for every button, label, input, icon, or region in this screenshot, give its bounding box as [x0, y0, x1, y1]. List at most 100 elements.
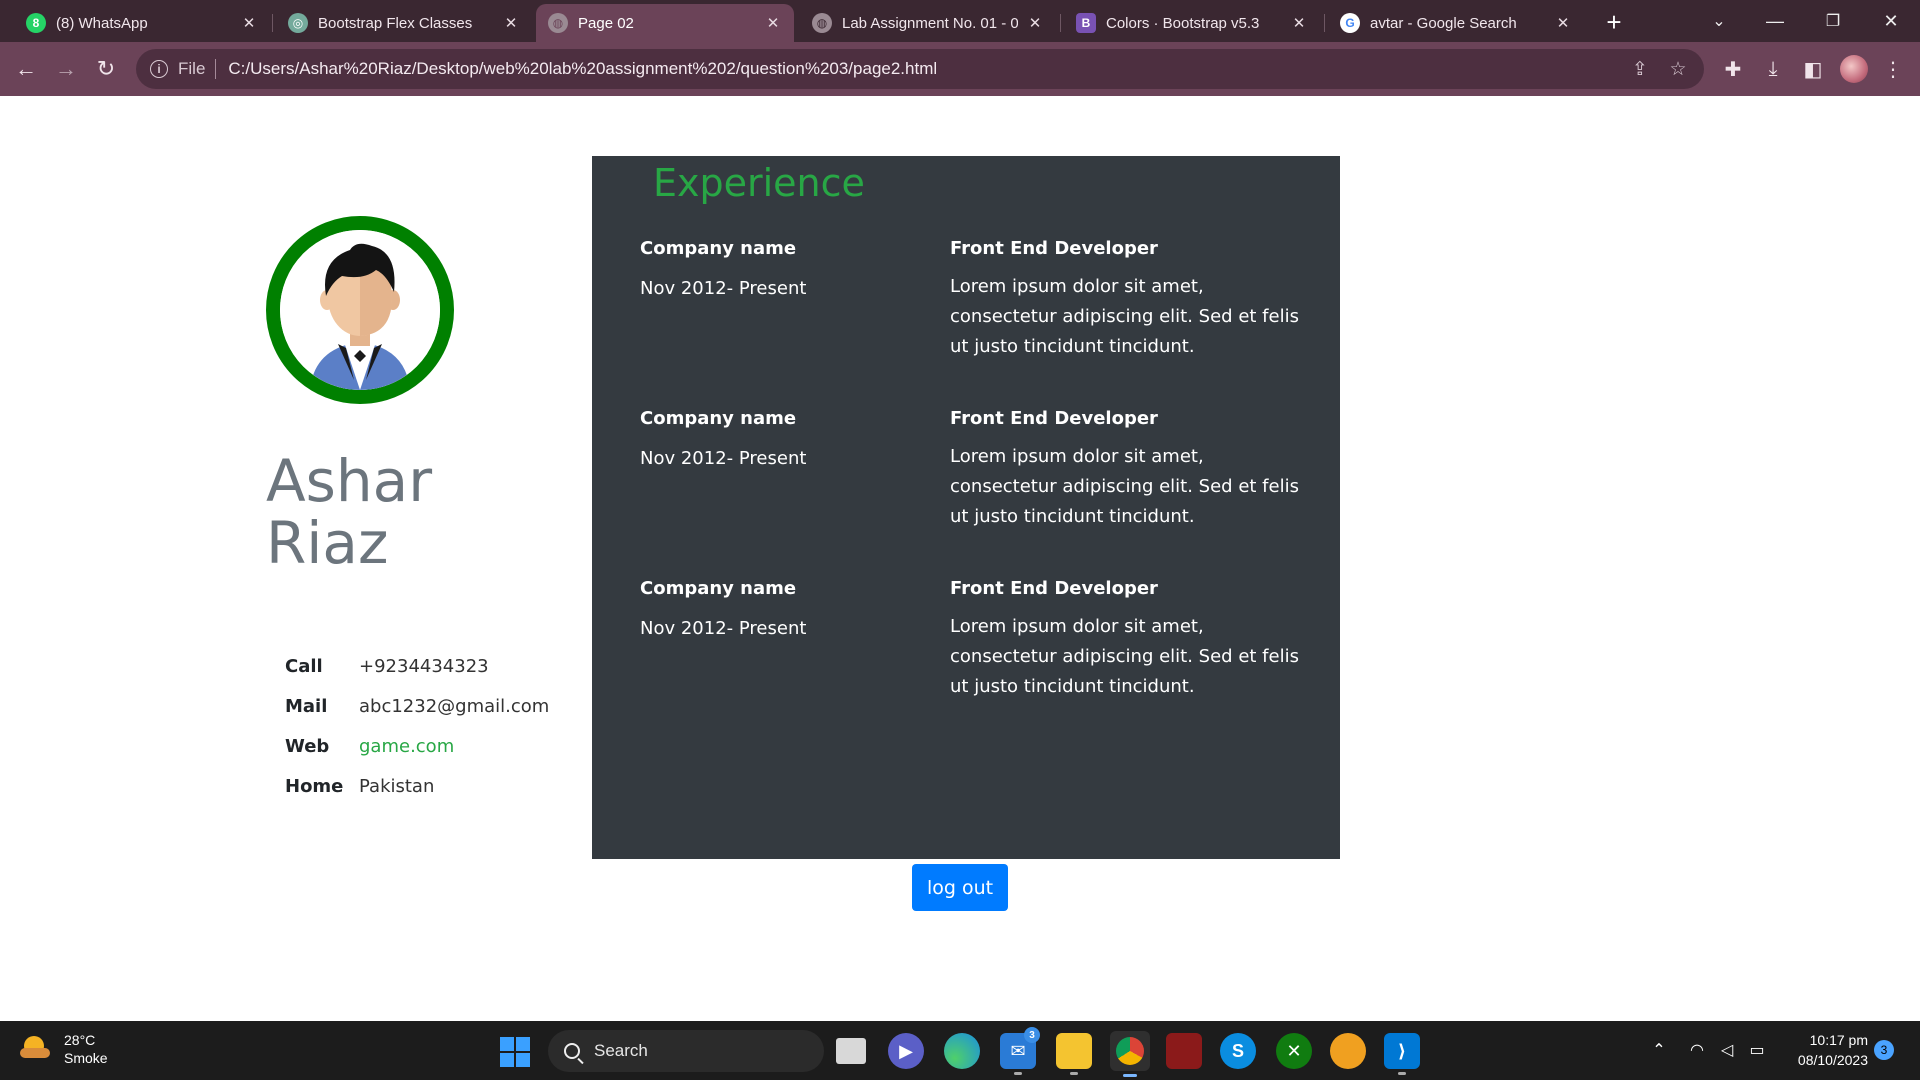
openai-icon: ◎ [288, 13, 308, 33]
forward-arrow-icon[interactable]: → [48, 51, 84, 87]
company-name: Company name [640, 238, 797, 259]
windows-start-icon[interactable] [500, 1037, 530, 1067]
chrome-icon[interactable] [1110, 1031, 1150, 1077]
close-icon[interactable]: ✕ [1290, 14, 1308, 32]
volume-icon[interactable]: ◁ [1716, 1039, 1738, 1061]
new-tab-button[interactable]: + [1598, 6, 1630, 38]
job-description: Lorem ipsum dolor sit amet, consectetur … [950, 446, 1299, 527]
first-name: Ashar [266, 447, 433, 515]
contact-row-web: Web game.com [285, 726, 549, 766]
email-address: abc1232@gmail.com [359, 695, 550, 717]
google-icon: G [1340, 13, 1360, 33]
address-bar[interactable]: i File C:/Users/Ashar%20Riaz/Desktop/web… [136, 49, 1704, 89]
xbox-icon[interactable]: ✕ [1276, 1033, 1312, 1069]
close-icon[interactable]: ✕ [502, 14, 520, 32]
chevron-up-icon[interactable]: ⌃ [1648, 1039, 1670, 1061]
tab-whatsapp[interactable]: 8 (8) WhatsApp ✕ [14, 4, 270, 42]
reload-icon[interactable]: ↻ [88, 51, 124, 87]
share-icon[interactable]: ⇪ [1626, 55, 1654, 83]
info-icon[interactable]: i [150, 60, 168, 78]
game-app-icon[interactable] [1166, 1033, 1202, 1069]
edge-browser-icon[interactable] [944, 1033, 980, 1069]
profile-avatar[interactable] [1840, 55, 1868, 83]
extensions-puzzle-icon[interactable]: ✚ [1718, 54, 1748, 84]
contact-row-call: Call +9234434323 [285, 646, 549, 686]
url-text[interactable]: C:/Users/Ashar%20Riaz/Desktop/web%20lab%… [228, 59, 937, 79]
notification-badge[interactable]: 3 [1874, 1040, 1894, 1060]
clock-date: 08/10/2023 [1797, 1052, 1868, 1068]
running-indicator [1398, 1072, 1406, 1075]
profile-name: Ashar Riaz [266, 450, 432, 574]
whatsapp-icon: 8 [26, 13, 46, 33]
menu-kebab-icon[interactable]: ⋮ [1878, 54, 1908, 84]
search-placeholder: Search [594, 1041, 648, 1060]
company-name: Company name [640, 408, 797, 429]
home-location: Pakistan [359, 775, 435, 797]
phone-number: +9234434323 [359, 655, 489, 677]
contact-label: Web [285, 735, 330, 757]
running-indicator [1070, 1072, 1078, 1075]
employment-period: Nov 2012- Present [640, 448, 807, 469]
website-link[interactable]: game.com [359, 736, 454, 757]
tab-title: Colors · Bootstrap v5.3 [1106, 14, 1260, 32]
last-name: Riaz [266, 509, 389, 577]
medal-app-icon[interactable] [1330, 1033, 1366, 1069]
job-description: Lorem ipsum dolor sit amet, consectetur … [950, 276, 1299, 357]
task-view-icon[interactable] [836, 1038, 866, 1064]
globe-icon: ◍ [548, 13, 568, 33]
minimize-button[interactable]: — [1752, 0, 1798, 42]
system-clock[interactable]: 10:17 pm 08/10/2023 [1780, 1030, 1868, 1070]
job-description: Lorem ipsum dolor sit amet, consectetur … [950, 616, 1299, 697]
search-icon [564, 1043, 580, 1059]
logout-button[interactable]: log out [912, 864, 1008, 911]
close-icon[interactable]: ✕ [240, 14, 258, 32]
wifi-icon[interactable]: ◠ [1686, 1039, 1708, 1061]
taskbar-search[interactable]: Search [548, 1030, 824, 1072]
skype-icon[interactable]: S [1220, 1033, 1256, 1069]
contact-row-home: Home Pakistan [285, 766, 549, 806]
contact-info: Call +9234434323 Mail abc1232@gmail.com … [285, 646, 549, 806]
close-window-button[interactable]: ✕ [1868, 0, 1914, 42]
tab-bootstrap-colors[interactable]: B Colors · Bootstrap v5.3 ✕ [1064, 4, 1320, 42]
tab-title: Page 02 [578, 14, 634, 32]
browser-toolbar: ← → ↻ i File C:/Users/Ashar%20Riaz/Deskt… [0, 42, 1920, 96]
bookmark-star-icon[interactable]: ☆ [1664, 55, 1692, 83]
divider [215, 59, 217, 79]
teams-chat-icon[interactable]: ▶ [888, 1033, 924, 1069]
tab-lab-assignment[interactable]: ◍ Lab Assignment No. 01 - 0 ✕ [800, 4, 1056, 42]
running-indicator [1014, 1072, 1022, 1075]
mail-icon[interactable]: ✉ 3 [1000, 1027, 1040, 1075]
close-icon[interactable]: ✕ [1554, 14, 1572, 32]
close-icon[interactable]: ✕ [764, 14, 782, 32]
file-explorer-icon[interactable] [1056, 1033, 1092, 1075]
contact-label: Mail [285, 695, 328, 717]
tab-google-search[interactable]: G avtar - Google Search ✕ [1328, 4, 1584, 42]
download-icon[interactable]: ⤓ [1758, 54, 1788, 84]
tab-separator [1060, 14, 1061, 32]
restore-button[interactable]: ❐ [1810, 0, 1856, 42]
tab-search-chevron-icon[interactable]: ⌄ [1696, 0, 1742, 42]
battery-icon[interactable]: ▭ [1746, 1039, 1768, 1061]
weather-sun-icon [20, 1034, 54, 1064]
job-title: Front End Developer [950, 408, 1158, 429]
tab-separator [272, 14, 273, 32]
tab-page-02[interactable]: ◍ Page 02 ✕ [536, 4, 794, 42]
contact-row-mail: Mail abc1232@gmail.com [285, 686, 549, 726]
tab-title: Bootstrap Flex Classes [318, 14, 473, 32]
globe-icon: ◍ [812, 13, 832, 33]
tab-bootstrap-flex[interactable]: ◎ Bootstrap Flex Classes ✕ [276, 4, 532, 42]
weather-widget[interactable]: 28°C Smoke [20, 1031, 108, 1067]
side-panel-icon[interactable]: ◧ [1798, 54, 1828, 84]
vscode-icon[interactable]: ⟩ [1384, 1033, 1420, 1075]
bootstrap-icon: B [1076, 13, 1096, 33]
close-icon[interactable]: ✕ [1026, 14, 1044, 32]
contact-label: Home [285, 775, 344, 797]
mail-badge: 3 [1024, 1027, 1040, 1043]
web-page: Ashar Riaz Call +9234434323 Mail abc1232… [0, 96, 1920, 1021]
weather-temperature: 28°C [64, 1032, 96, 1048]
back-arrow-icon[interactable]: ← [8, 51, 44, 87]
tab-title: (8) WhatsApp [56, 14, 148, 32]
job-title: Front End Developer [950, 238, 1158, 259]
avatar-illustration [280, 230, 440, 390]
weather-condition: Smoke [64, 1050, 108, 1066]
